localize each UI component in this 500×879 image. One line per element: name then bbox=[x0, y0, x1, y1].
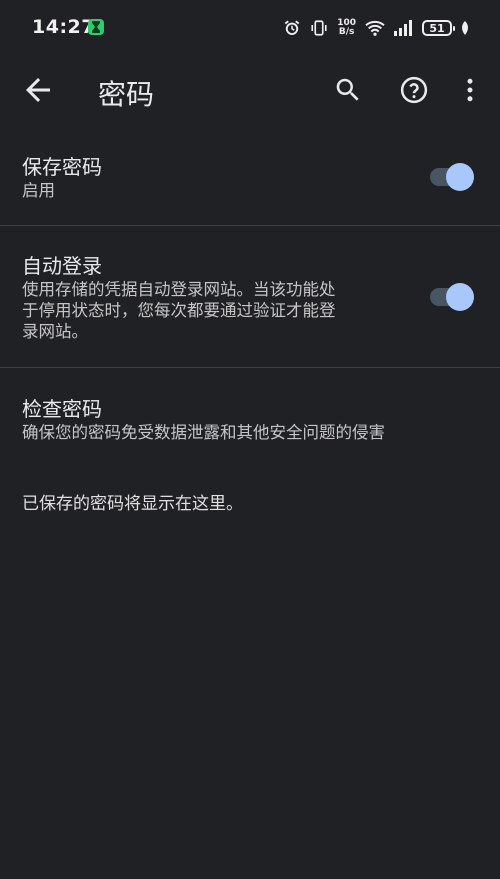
save-passwords-subtitle: 启用 bbox=[22, 181, 55, 200]
signal-icon bbox=[394, 20, 412, 36]
search-icon[interactable] bbox=[330, 72, 366, 108]
save-passwords-toggle[interactable] bbox=[430, 162, 474, 192]
page-title: 密码 bbox=[98, 78, 155, 111]
help-circle-icon[interactable] bbox=[396, 72, 432, 108]
save-passwords-setting[interactable]: 保存密码 启用 bbox=[0, 124, 500, 225]
auto-signin-toggle[interactable] bbox=[430, 282, 474, 312]
alarm-icon bbox=[284, 20, 300, 35]
toggle-thumb bbox=[446, 283, 474, 311]
hourglass-icon bbox=[88, 19, 104, 35]
battery-icon: 51 bbox=[422, 20, 455, 36]
check-passwords-title: 检查密码 bbox=[22, 397, 102, 421]
app-bar: 密码 bbox=[0, 58, 500, 124]
status-icons: 100 B/s 51 bbox=[283, 16, 470, 40]
arrow-left-icon[interactable] bbox=[20, 72, 56, 108]
status-bar: 14:27 100 B/s 51 bbox=[0, 0, 500, 58]
check-passwords-subtitle: 确保您的密码免受数据泄露和其他安全问题的侵害 bbox=[22, 423, 385, 442]
empty-state-message: 已保存的密码将显示在这里。 bbox=[22, 494, 243, 514]
auto-signin-title: 自动登录 bbox=[22, 254, 102, 278]
status-time: 14:27 bbox=[32, 16, 95, 38]
network-speed: 100 B/s bbox=[337, 18, 356, 37]
vibrate-icon bbox=[311, 20, 327, 36]
leaf-icon bbox=[462, 21, 468, 35]
more-vert-icon[interactable] bbox=[452, 72, 488, 108]
wifi-icon bbox=[365, 20, 385, 36]
save-passwords-title: 保存密码 bbox=[22, 155, 102, 179]
toggle-thumb bbox=[446, 163, 474, 191]
auto-signin-setting[interactable]: 自动登录 使用存储的凭据自动登录网站。当该功能处 于停用状态时，您每次都要通过验… bbox=[0, 226, 500, 367]
auto-signin-subtitle: 使用存储的凭据自动登录网站。当该功能处 于停用状态时，您每次都要通过验证才能登 … bbox=[22, 280, 336, 341]
check-passwords-setting[interactable]: 检查密码 确保您的密码免受数据泄露和其他安全问题的侵害 bbox=[0, 368, 500, 458]
